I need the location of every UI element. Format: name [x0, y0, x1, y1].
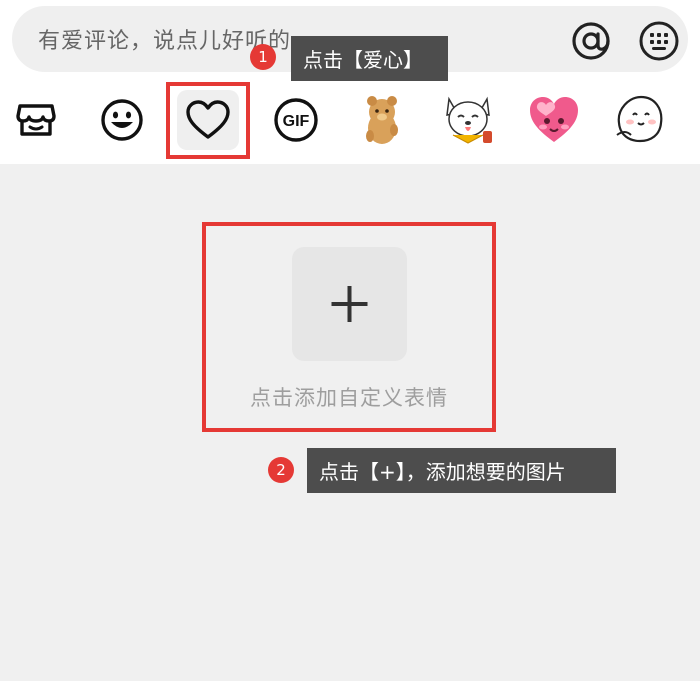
emoji-tabs: GIF — [0, 84, 700, 156]
bun-sticker-icon — [616, 95, 663, 143]
pink-heart-sticker-icon — [530, 97, 578, 142]
gif-icon: GIF — [274, 98, 318, 142]
highlight-heart-tab — [166, 82, 250, 159]
dog-sticker-icon — [446, 96, 492, 144]
bear-sticker-icon — [366, 96, 398, 144]
highlight-add-area — [202, 222, 496, 432]
smiley-icon — [101, 99, 143, 141]
step-2-callout: 点击【+】，添加想要的图片 — [307, 448, 616, 493]
tab-store[interactable] — [0, 84, 72, 156]
step-1-badge: 1 — [250, 44, 276, 70]
tab-bun-sticker[interactable] — [604, 84, 676, 156]
tab-emoji[interactable] — [86, 84, 158, 156]
gif-text: GIF — [283, 113, 310, 130]
keyboard-icon[interactable] — [638, 20, 680, 62]
store-icon — [16, 104, 56, 136]
at-icon[interactable] — [570, 20, 612, 62]
tab-heart-sticker[interactable] — [518, 84, 590, 156]
step-1-text: 点击【爱心】 — [303, 48, 423, 72]
step-1-callout: 点击【爱心】 — [291, 36, 448, 81]
tab-gif[interactable]: GIF — [260, 84, 332, 156]
tab-dog-sticker[interactable] — [432, 84, 504, 156]
tab-bear-sticker[interactable] — [346, 84, 418, 156]
step-2-text: 点击【+】，添加想要的图片 — [319, 460, 566, 484]
step-2-badge: 2 — [268, 457, 294, 483]
comment-compose-area: 有爱评论，说点儿好听的 GIF — [0, 0, 700, 164]
